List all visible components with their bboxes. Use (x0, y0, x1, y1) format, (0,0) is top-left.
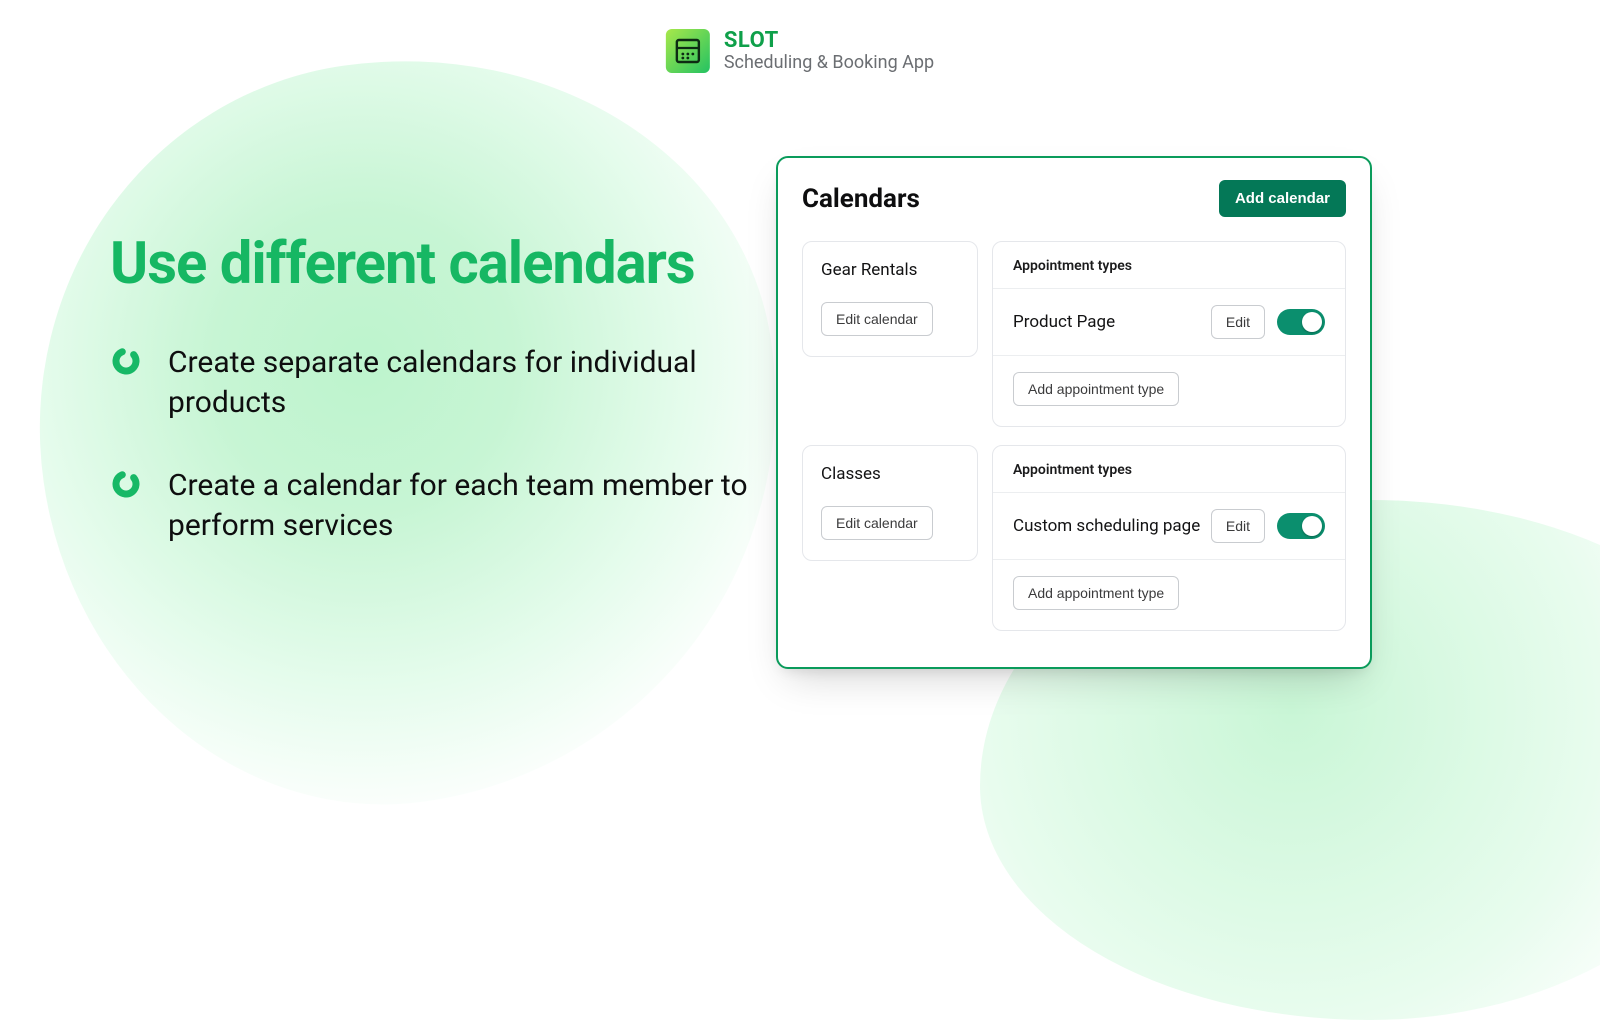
ring-icon (110, 468, 142, 500)
headline: Use different calendars (110, 234, 760, 295)
appointment-types-label: Appointment types (993, 446, 1345, 492)
calendar-icon (666, 29, 710, 73)
calendar-card: Gear Rentals Edit calendar (802, 241, 978, 357)
type-toggle[interactable] (1277, 513, 1325, 539)
brand-name: SLOT (724, 28, 934, 53)
appointment-type-row: Product Page Edit (993, 288, 1345, 355)
edit-type-button[interactable]: Edit (1211, 509, 1265, 543)
calendar-row: Gear Rentals Edit calendar Appointment t… (802, 241, 1346, 427)
appointment-type-row: Custom scheduling page Edit (993, 492, 1345, 559)
calendar-card: Classes Edit calendar (802, 445, 978, 561)
calendar-name: Gear Rentals (821, 260, 959, 280)
appointment-type-name: Product Page (1013, 312, 1115, 332)
edit-type-button[interactable]: Edit (1211, 305, 1265, 339)
bullet-item: Create a calendar for each team member t… (110, 466, 760, 547)
bullet-text: Create a calendar for each team member t… (168, 466, 760, 547)
bullet-text: Create separate calendars for individual… (168, 343, 760, 424)
brand-subtitle: Scheduling & Booking App (724, 53, 934, 74)
appointment-types-card: Appointment types Product Page Edit Add … (992, 241, 1346, 427)
calendars-panel: Calendars Add calendar Gear Rentals Edit… (776, 156, 1372, 669)
add-appointment-type-button[interactable]: Add appointment type (1013, 372, 1179, 406)
appointment-type-name: Custom scheduling page (1013, 516, 1200, 536)
calendar-name: Classes (821, 464, 959, 484)
panel-title: Calendars (802, 184, 920, 214)
appointment-types-card: Appointment types Custom scheduling page… (992, 445, 1346, 631)
appointment-types-label: Appointment types (993, 242, 1345, 288)
add-appointment-type-button[interactable]: Add appointment type (1013, 576, 1179, 610)
edit-calendar-button[interactable]: Edit calendar (821, 506, 933, 540)
add-calendar-button[interactable]: Add calendar (1219, 180, 1346, 217)
marketing-copy: Use different calendars Create separate … (110, 234, 760, 589)
calendar-row: Classes Edit calendar Appointment types … (802, 445, 1346, 631)
edit-calendar-button[interactable]: Edit calendar (821, 302, 933, 336)
bullet-item: Create separate calendars for individual… (110, 343, 760, 424)
type-toggle[interactable] (1277, 309, 1325, 335)
brand-header: SLOT Scheduling & Booking App (666, 28, 934, 74)
ring-icon (110, 345, 142, 377)
